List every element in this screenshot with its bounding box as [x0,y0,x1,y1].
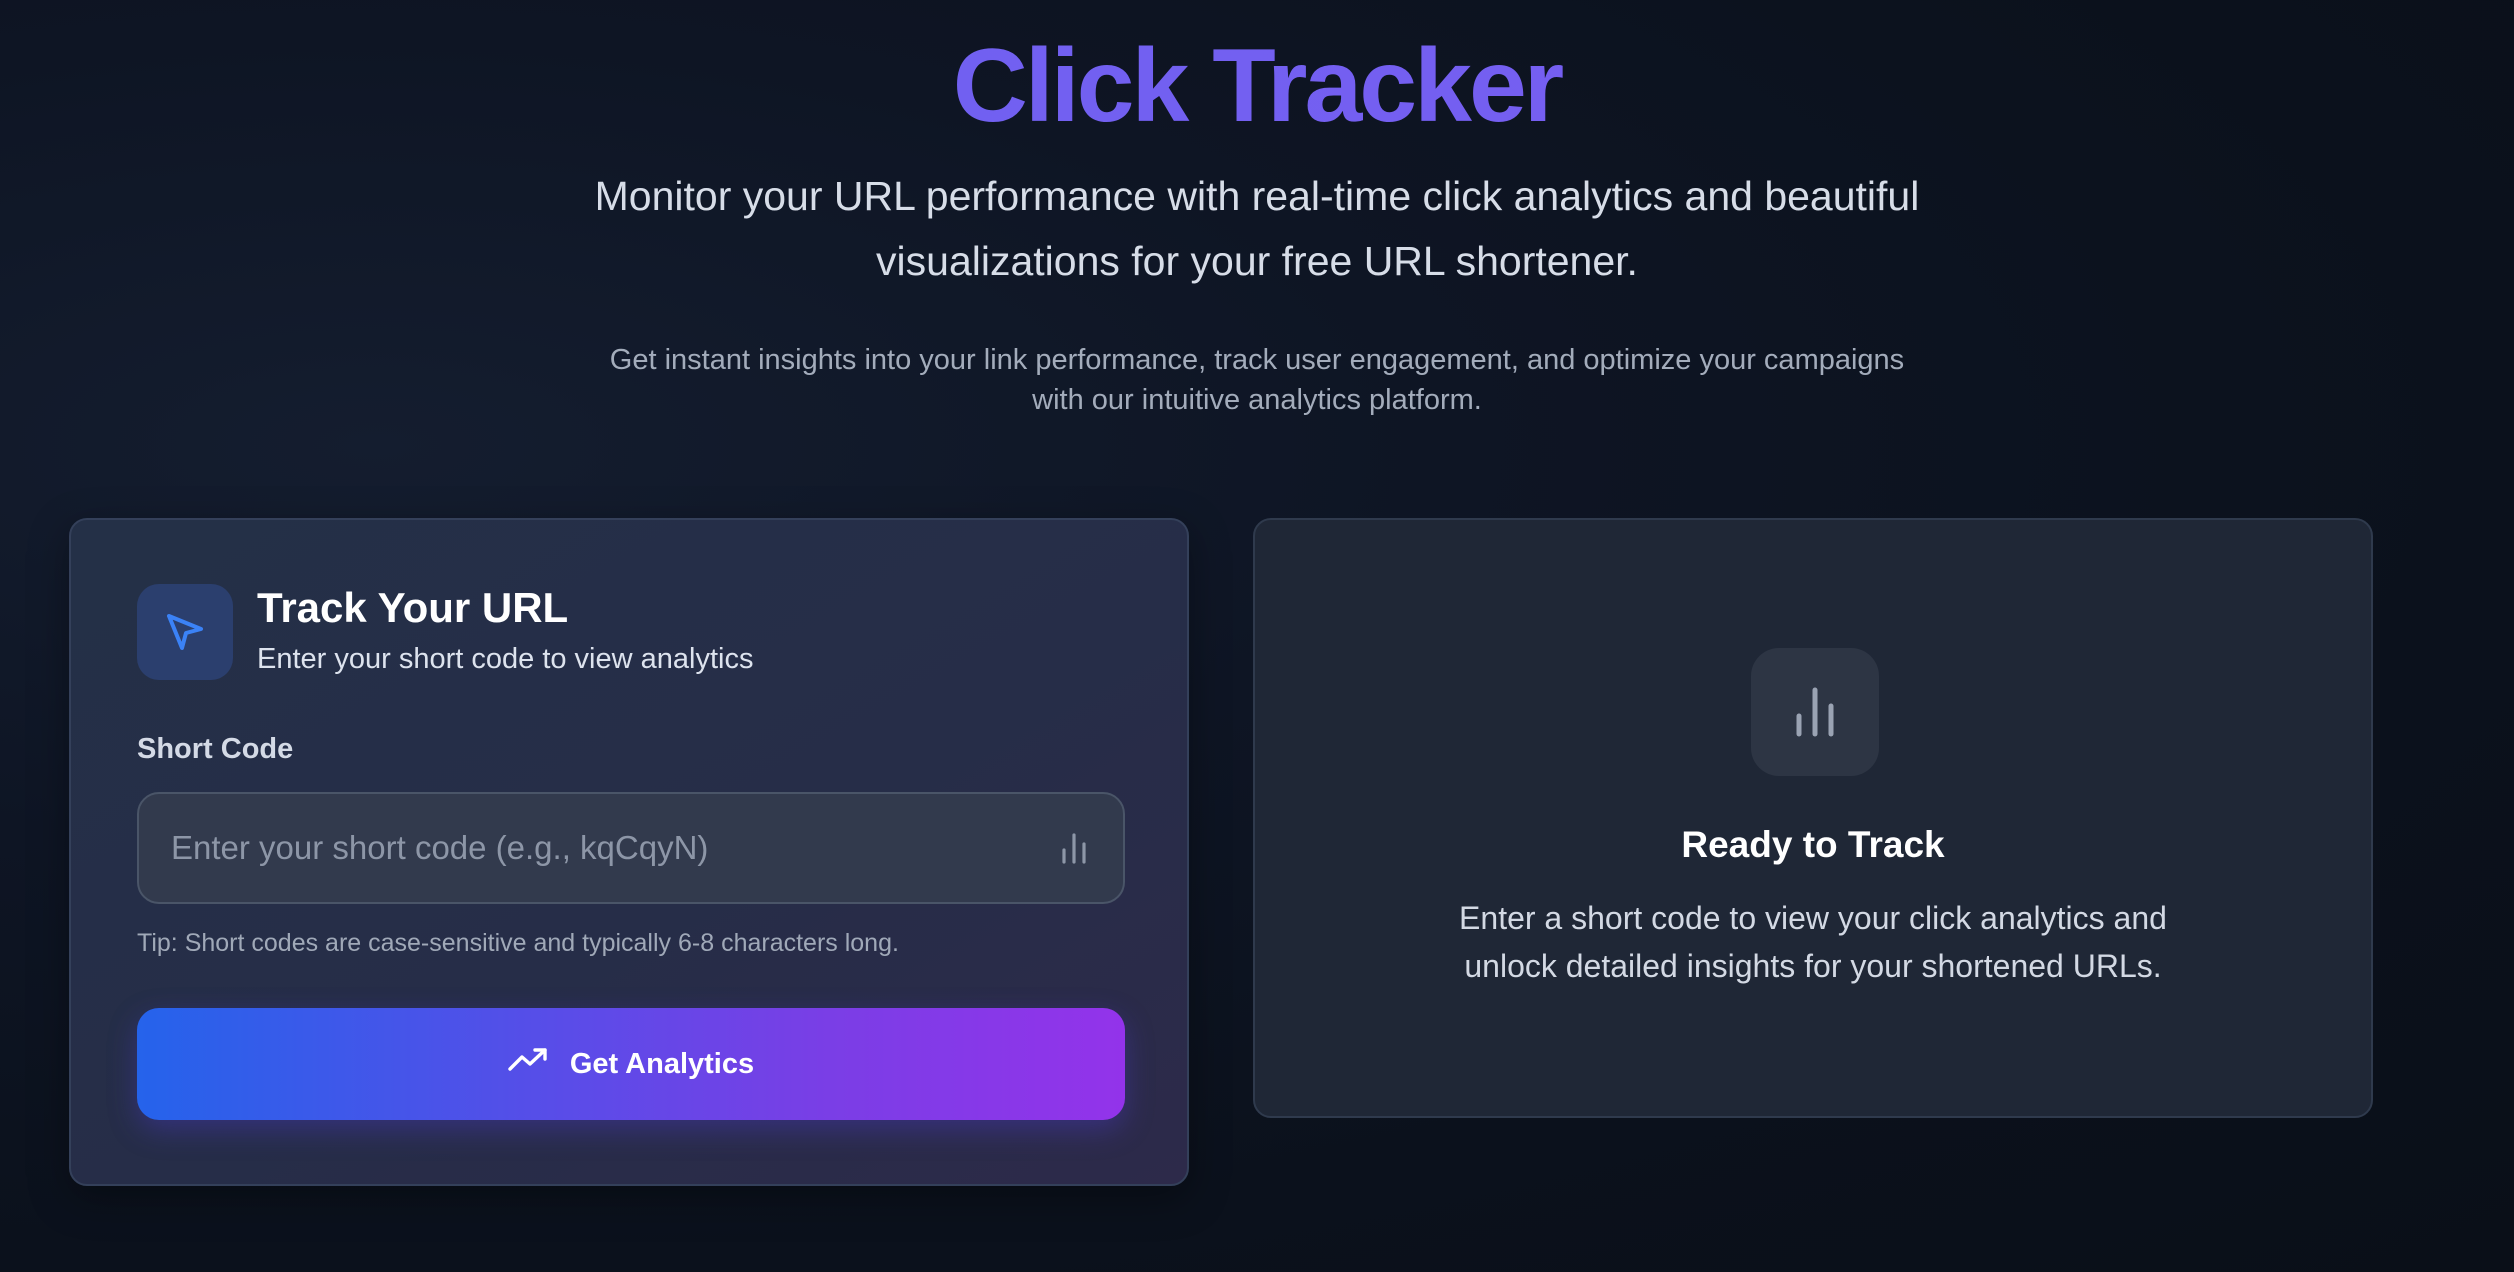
page-title: Click Tracker [0,26,2514,146]
short-code-label: Short Code [137,733,294,765]
hero-description: Get instant insights into your link perf… [609,344,1905,416]
track-card-subtitle: Enter your short code to view analytics [257,643,754,675]
get-analytics-button[interactable]: Get Analytics [137,1008,1125,1120]
bar-chart-icon [1059,832,1089,864]
ready-card-title: Ready to Track [1681,824,1945,865]
ready-to-track-card: Ready to Track Enter a short code to vie… [1253,518,2373,1118]
hero-subtitle: Monitor your URL performance with real-t… [594,173,1920,284]
get-analytics-label: Get Analytics [569,1047,755,1080]
ready-card-description: Enter a short code to view your click an… [1459,900,2167,984]
bar-chart-icon [1751,648,1879,776]
track-card-title: Track Your URL [257,584,569,631]
short-code-tip: Tip: Short codes are case-sensitive and … [137,929,899,957]
trending-up-icon [508,1047,548,1081]
short-code-input-wrapper [137,792,1125,904]
cursor-arrow-icon [137,584,233,680]
short-code-input[interactable] [139,794,1019,902]
track-url-card: Track Your URL Enter your short code to … [69,518,1189,1186]
